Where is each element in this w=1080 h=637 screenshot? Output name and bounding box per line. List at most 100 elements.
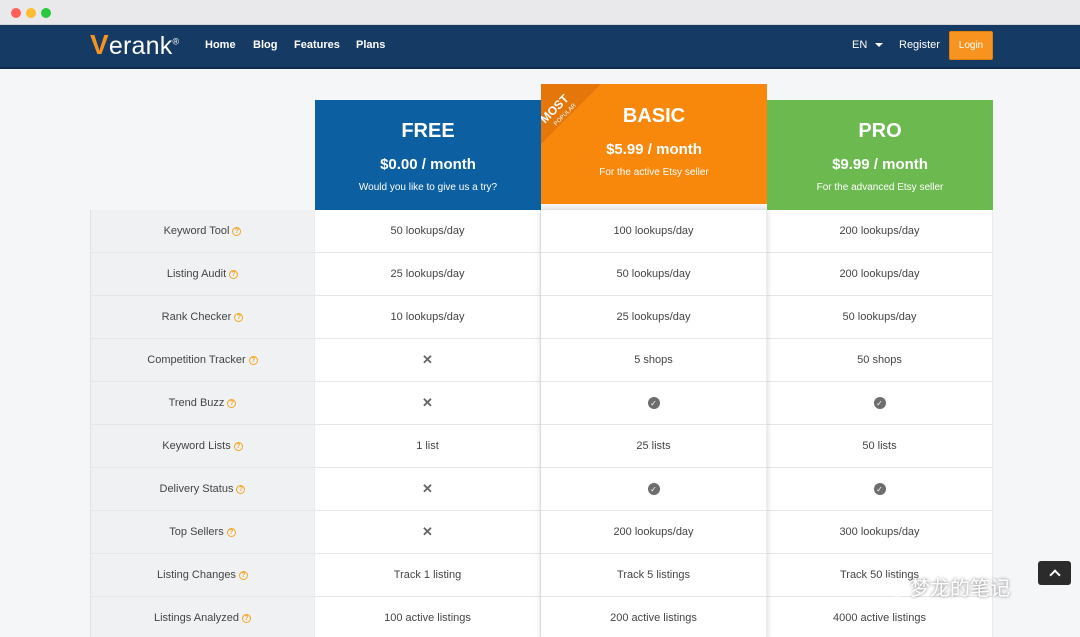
feature-value: 50 lookups/day	[616, 268, 691, 280]
question-circle-icon[interactable]: ?	[233, 441, 243, 451]
basic-plan-column: 100 lookups/day 50 lookups/day 25 lookups/…	[541, 210, 767, 637]
feature-value: 200 active listings	[610, 612, 697, 624]
feature-value: Track 1 listing	[393, 569, 462, 581]
nav-home-link[interactable]: Home	[205, 39, 236, 51]
question-circle-icon[interactable]: ?	[226, 527, 236, 537]
feature-value: 5 shops	[634, 354, 673, 366]
plan-header-free: FREE $0.00 / month Would you like to giv…	[315, 100, 541, 210]
erank-logo[interactable]: Verank®	[90, 29, 180, 60]
question-circle-icon[interactable]: ?	[248, 355, 258, 365]
feature-label-cell: Listings Analyzed?	[90, 597, 315, 637]
x-icon: ✕	[422, 395, 433, 410]
question-circle-icon[interactable]: ?	[232, 226, 242, 236]
feature-label: Listing Audit	[166, 268, 227, 280]
free-feature-cell: 50 lookups/day	[315, 210, 541, 253]
feature-value: 50 lookups/day	[390, 225, 465, 237]
feature-value: 100 lookups/day	[613, 225, 694, 237]
plan-name: BASIC	[622, 105, 686, 127]
x-icon: ✕	[422, 524, 433, 539]
watermark-text: 梦龙的笔记	[910, 578, 1010, 600]
pro-feature-cell: 200 lookups/day	[767, 210, 993, 253]
check-circle-icon: ✓	[873, 483, 886, 495]
wechat-icon	[880, 576, 905, 597]
plan-header-basic: MOST POPULAR BASIC $5.99 / month For the…	[541, 84, 767, 204]
nav-blog-link[interactable]: Blog	[253, 39, 277, 51]
check-circle-icon: ✓	[647, 483, 660, 495]
feature-label-cell: Rank Checker?	[90, 296, 315, 339]
pro-feature-cell: 50 lists	[767, 425, 993, 468]
feature-label: Trend Buzz	[168, 397, 225, 409]
free-plan-column: 50 lookups/day 25 lookups/day 10 lookups/d…	[315, 210, 541, 637]
basic-feature-cell: ✓	[541, 468, 767, 511]
language-label: EN	[852, 39, 868, 51]
pro-feature-cell: 50 shops	[767, 339, 993, 382]
plan-description: For the active Etsy seller	[599, 167, 709, 178]
logo-registered: ®	[172, 36, 180, 47]
basic-feature-cell: ✓	[541, 382, 767, 425]
plan-price: $0.00 / month	[380, 156, 476, 173]
question-circle-icon[interactable]: ?	[242, 613, 251, 623]
logo-word: erank	[108, 32, 173, 60]
feature-label: Keyword Lists	[162, 440, 231, 452]
question-circle-icon[interactable]: ?	[238, 570, 248, 580]
free-feature-cell: ✕	[315, 511, 541, 554]
plan-name: PRO	[858, 120, 902, 142]
basic-feature-cell: 50 lookups/day	[541, 253, 767, 296]
x-icon: ✕	[422, 352, 433, 367]
pro-feature-cell: 50 lookups/day	[767, 296, 993, 339]
feature-value: 100 active listings	[384, 612, 471, 624]
maximize-window-button[interactable]	[41, 8, 51, 18]
check-circle-icon: ✓	[647, 397, 660, 409]
plan-description: Would you like to give us a try?	[358, 182, 498, 193]
window-titlebar	[0, 0, 1080, 25]
feature-value: 50 shops	[857, 354, 902, 366]
free-feature-cell: 1 list	[315, 425, 541, 468]
feature-value: 25 lookups/day	[390, 268, 465, 280]
feature-label-cell: Top Sellers?	[90, 511, 315, 554]
basic-feature-cell: 100 lookups/day	[541, 210, 767, 253]
feature-value: 10 lookups/day	[390, 311, 465, 323]
free-feature-cell: ✕	[315, 339, 541, 382]
nav-plans-link[interactable]: Plans	[356, 39, 385, 51]
x-icon: ✕	[422, 481, 433, 496]
question-circle-icon[interactable]: ?	[234, 312, 244, 322]
feature-value: 1 list	[416, 440, 439, 452]
feature-value: Track 5 listings	[617, 569, 690, 581]
plan-price: $5.99 / month	[606, 141, 702, 158]
plan-name: FREE	[401, 120, 455, 142]
feature-label-cell: Competition Tracker?	[90, 339, 315, 382]
feature-value: 25 lists	[636, 440, 671, 452]
pro-feature-cell: ✓	[767, 382, 993, 425]
check-circle-icon: ✓	[873, 397, 886, 409]
feature-label: Delivery Status	[159, 483, 234, 495]
minimize-window-button[interactable]	[26, 8, 36, 18]
basic-feature-cell: Track 5 listings	[541, 554, 767, 597]
feature-label-cell: Trend Buzz?	[90, 382, 315, 425]
register-link[interactable]: Register	[899, 39, 940, 51]
feature-label-cell: Keyword Lists?	[90, 425, 315, 468]
logo-v: V	[90, 29, 109, 60]
nav-features-link[interactable]: Features	[294, 39, 340, 51]
back-to-top-button[interactable]	[1038, 561, 1071, 585]
feature-label: Top Sellers	[169, 526, 224, 538]
free-feature-cell: Track 1 listing	[315, 554, 541, 597]
pro-feature-cell: 200 lookups/day	[767, 253, 993, 296]
question-circle-icon[interactable]: ?	[229, 269, 239, 279]
feature-label: Listings Analyzed	[154, 612, 239, 624]
free-feature-cell: ✕	[315, 382, 541, 425]
question-circle-icon[interactable]: ?	[236, 484, 246, 494]
chevron-up-icon	[1048, 569, 1061, 581]
feature-label-cell: Listing Audit?	[90, 253, 315, 296]
close-window-button[interactable]	[11, 8, 21, 18]
language-selector[interactable]: EN	[852, 39, 884, 51]
feature-label-column: Keyword Tool? Listing Audit? Rank Checker?…	[90, 210, 315, 637]
login-button[interactable]: Login	[949, 31, 993, 60]
feature-label: Rank Checker	[161, 311, 232, 323]
question-circle-icon[interactable]: ?	[227, 398, 237, 408]
basic-feature-cell: 5 shops	[541, 339, 767, 382]
feature-value: 50 lists	[862, 440, 897, 452]
free-feature-cell: 25 lookups/day	[315, 253, 541, 296]
feature-label: Competition Tracker	[147, 354, 246, 366]
feature-value: 200 lookups/day	[839, 268, 920, 280]
plan-header-pro: PRO $9.99 / month For the advanced Etsy …	[767, 100, 993, 210]
